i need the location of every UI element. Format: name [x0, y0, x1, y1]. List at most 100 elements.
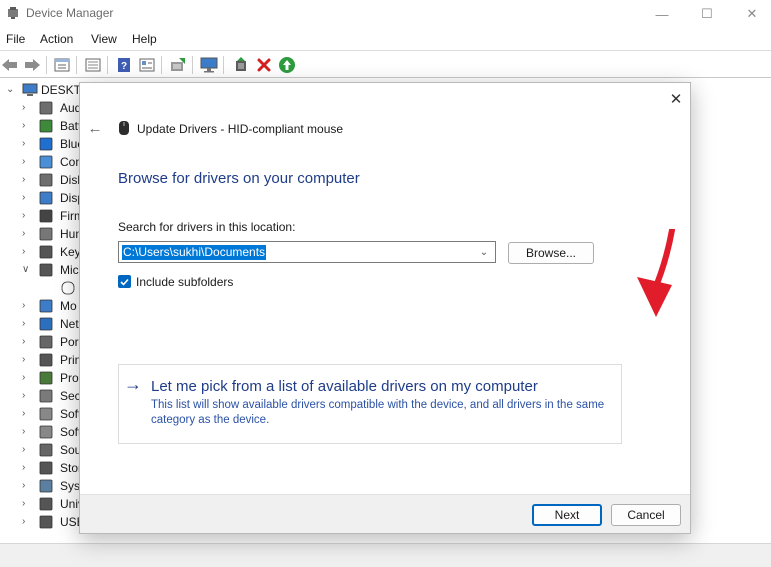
browse-button[interactable]: Browse...: [508, 242, 594, 264]
enable-device-icon[interactable]: [277, 55, 297, 75]
chevron-right-icon[interactable]: ›: [22, 498, 32, 510]
chevron-right-icon[interactable]: ›: [22, 372, 32, 384]
maximize-button[interactable]: ☐: [684, 0, 730, 28]
tree-item[interactable]: › Key: [0, 243, 90, 261]
help-icon[interactable]: ?: [114, 55, 134, 75]
tree-item[interactable]: › Con: [0, 153, 90, 171]
menu-view[interactable]: View: [91, 32, 117, 46]
chevron-right-icon[interactable]: ›: [22, 408, 32, 420]
driver-path-combobox[interactable]: C:\Users\sukhi\Documents ⌄: [118, 241, 496, 263]
window-titlebar: Device Manager — ☐ ✕: [0, 0, 771, 28]
chevron-right-icon[interactable]: ›: [22, 516, 32, 528]
chevron-right-icon[interactable]: ›: [22, 426, 32, 438]
tree-item[interactable]: › Soft: [0, 405, 90, 423]
chevron-right-icon[interactable]: ›: [22, 174, 32, 186]
system-icon: [39, 479, 53, 493]
chevron-right-icon[interactable]: ›: [22, 120, 32, 132]
tree-root[interactable]: ⌄ DESKTO: [0, 81, 90, 99]
chevron-right-icon[interactable]: ›: [22, 462, 32, 474]
tree-item[interactable]: › Pro: [0, 369, 90, 387]
chevron-right-icon[interactable]: ›: [22, 246, 32, 258]
chevron-right-icon[interactable]: ›: [22, 336, 32, 348]
show-hidden-icon[interactable]: [83, 55, 103, 75]
hid-icon: [39, 227, 53, 241]
back-arrow-icon[interactable]: [0, 55, 20, 75]
tree-item[interactable]: ∨ Mic: [0, 261, 90, 279]
tree-item[interactable]: [0, 279, 90, 297]
pick-from-list-title[interactable]: Let me pick from a list of available dri…: [151, 378, 538, 395]
next-button[interactable]: Next: [532, 504, 602, 526]
tree-item-label: Pro: [60, 371, 79, 385]
tree-item[interactable]: › Soft: [0, 423, 90, 441]
chevron-right-icon[interactable]: ›: [22, 210, 32, 222]
tree-item[interactable]: › Disk: [0, 171, 90, 189]
back-arrow-icon[interactable]: ←: [86, 119, 104, 137]
chevron-right-icon: [22, 282, 32, 294]
tree-item-label: Key: [60, 245, 81, 259]
audio-icon: [39, 101, 53, 115]
tree-item[interactable]: › Firm: [0, 207, 90, 225]
chevron-right-icon[interactable]: ›: [22, 444, 32, 456]
add-driver-icon[interactable]: [231, 55, 251, 75]
minimize-button[interactable]: —: [639, 0, 685, 28]
chevron-right-icon[interactable]: ›: [22, 480, 32, 492]
tree-item[interactable]: › Sec: [0, 387, 90, 405]
chevron-right-icon[interactable]: ›: [22, 156, 32, 168]
chevron-right-icon[interactable]: ›: [22, 192, 32, 204]
cancel-button[interactable]: Cancel: [611, 504, 681, 526]
security-icon: [39, 389, 53, 403]
chevron-right-icon[interactable]: ›: [22, 102, 32, 114]
tree-item[interactable]: › Hum: [0, 225, 90, 243]
close-button[interactable]: ✕: [729, 0, 771, 28]
forward-arrow-icon[interactable]: [22, 55, 42, 75]
chevron-right-icon[interactable]: ›: [22, 300, 32, 312]
chevron-down-icon[interactable]: ⌄: [6, 84, 16, 96]
checkmark-icon: [120, 278, 129, 286]
display-icon: [39, 191, 53, 205]
pick-from-list-description: This list will show available drivers co…: [151, 399, 605, 426]
dialog-close-button[interactable]: ✕: [666, 89, 686, 109]
tree-item[interactable]: › USB: [0, 513, 90, 531]
printer-icon: [39, 353, 53, 367]
network-icon: [39, 317, 53, 331]
tree-item[interactable]: › Sou: [0, 441, 90, 459]
menu-action[interactable]: Action: [40, 32, 73, 46]
toolbar-separator: [76, 56, 77, 74]
chevron-right-icon[interactable]: ›: [22, 354, 32, 366]
tree-item[interactable]: › Prin: [0, 351, 90, 369]
toolbar-separator: [223, 56, 224, 74]
uninstall-icon[interactable]: [254, 55, 274, 75]
tree-item-label: Por: [60, 335, 79, 349]
chevron-down-icon[interactable]: ⌄: [477, 245, 491, 259]
tree-item[interactable]: › Disp: [0, 189, 90, 207]
view-icon[interactable]: [137, 55, 157, 75]
include-subfolders-checkbox[interactable]: [118, 275, 131, 288]
chevron-right-icon[interactable]: ›: [22, 138, 32, 150]
chevron-right-icon[interactable]: ›: [22, 228, 32, 240]
tree-item[interactable]: › Stor: [0, 459, 90, 477]
tree-item[interactable]: › Aud: [0, 99, 90, 117]
tree-item[interactable]: › Batt: [0, 117, 90, 135]
tree-item[interactable]: › Syst: [0, 477, 90, 495]
tree-item[interactable]: › Univ: [0, 495, 90, 513]
driver-path-input[interactable]: C:\Users\sukhi\Documents: [122, 245, 267, 260]
scan-hardware-icon[interactable]: [199, 55, 219, 75]
tree-item[interactable]: › Net: [0, 315, 90, 333]
search-location-label: Search for drivers in this location:: [118, 220, 296, 234]
menu-help[interactable]: Help: [132, 32, 157, 46]
dialog-heading: Browse for drivers on your computer: [118, 170, 360, 187]
window-title: Device Manager: [26, 6, 114, 20]
tree-item[interactable]: › Por: [0, 333, 90, 351]
computer-root-icon: [22, 83, 38, 96]
update-driver-icon[interactable]: [168, 55, 188, 75]
tree-item[interactable]: › Blue: [0, 135, 90, 153]
chevron-right-icon[interactable]: ›: [22, 318, 32, 330]
pick-from-list-option[interactable]: → Let me pick from a list of available d…: [118, 364, 622, 444]
properties-icon[interactable]: [52, 55, 72, 75]
tree-item[interactable]: › Mo: [0, 297, 90, 315]
chevron-right-icon[interactable]: ›: [22, 390, 32, 402]
menu-file[interactable]: File: [6, 32, 25, 46]
chevron-down-icon[interactable]: ∨: [22, 264, 32, 276]
toolbar-separator: [46, 56, 47, 74]
include-subfolders-label[interactable]: Include subfolders: [136, 275, 233, 289]
